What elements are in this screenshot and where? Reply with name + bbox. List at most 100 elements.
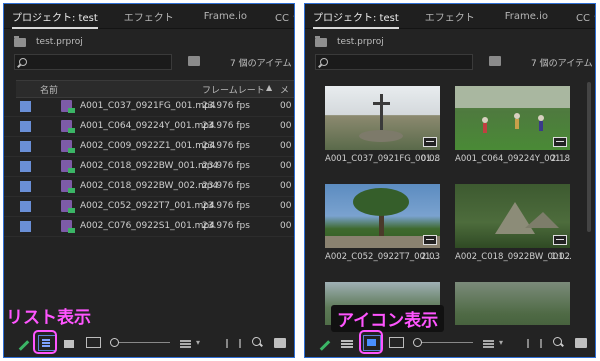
label-color-swatch[interactable] xyxy=(20,141,31,152)
label-color-swatch[interactable] xyxy=(20,101,31,112)
list-item[interactable]: A001_C037_0921FG_001.mp4 23.976 fps 00 xyxy=(4,97,294,117)
clip-duration: 2:18 xyxy=(550,154,570,164)
project-file-name: test.prproj xyxy=(337,37,384,47)
clip-framerate: 23.976 fps xyxy=(202,181,250,191)
search-icon xyxy=(19,58,27,66)
clip-card[interactable]: A002_C052_0922T7_001... 2:03 xyxy=(325,184,440,262)
sort-icons-icon[interactable] xyxy=(483,340,494,348)
zoom-slider-knob[interactable] xyxy=(110,338,119,347)
label-color-swatch[interactable] xyxy=(20,161,31,172)
clip-extra: 00 xyxy=(280,201,292,211)
vertical-scrollbar[interactable] xyxy=(587,82,591,232)
freeform-view-icon[interactable] xyxy=(86,337,101,348)
zoom-slider[interactable] xyxy=(114,341,170,343)
list-item[interactable]: A002_C052_0922T7_001.mp4 23.976 fps 00 xyxy=(4,197,294,217)
freeform-view-icon[interactable] xyxy=(389,337,404,348)
clip-duration: 0:08 xyxy=(420,154,440,164)
list-view-icon[interactable] xyxy=(341,340,353,348)
clip-card[interactable]: A001_C037_0921FG_001... 0:08 xyxy=(325,86,440,164)
folder-icon xyxy=(315,35,327,47)
clip-framerate: 23.976 fps xyxy=(202,101,250,111)
tab-effects[interactable]: エフェクト xyxy=(425,9,475,24)
icon-view-icon[interactable] xyxy=(64,340,74,348)
clip-name: A001_C037_0921FG_001.mp4 xyxy=(80,101,216,111)
find-icon[interactable] xyxy=(252,337,261,346)
label-color-swatch[interactable] xyxy=(20,121,31,132)
video-clip-icon xyxy=(61,200,75,213)
tab-effects[interactable]: エフェクト xyxy=(124,9,174,24)
chevron-down-icon[interactable]: ▾ xyxy=(196,338,200,347)
video-badge-icon xyxy=(423,137,437,147)
clip-name: A002_C018_0922BW_001.mp4 xyxy=(80,161,219,171)
clip-thumbnail[interactable] xyxy=(325,184,440,248)
clip-name: A001_C064_09224Y_001.mp4 xyxy=(80,121,215,131)
automate-to-sequence-icon[interactable] xyxy=(226,339,241,348)
clip-duration: 2:03 xyxy=(420,252,440,262)
zoom-slider[interactable] xyxy=(417,341,473,343)
tab-cc-libraries[interactable]: CC ライ xyxy=(576,9,595,24)
video-clip-icon xyxy=(61,160,75,173)
label-color-swatch[interactable] xyxy=(20,221,31,232)
tab-project[interactable]: プロジェクト: test xyxy=(313,9,399,29)
clip-extra: 00 xyxy=(280,121,292,131)
folder-icon xyxy=(14,35,26,47)
chevron-down-icon[interactable]: ▾ xyxy=(499,338,503,347)
tab-frameio[interactable]: Frame.io xyxy=(204,11,247,22)
list-item[interactable]: A002_C009_0922Z1_001.mp4 23.976 fps 00 xyxy=(4,137,294,157)
clip-thumbnail[interactable] xyxy=(455,184,570,248)
clip-extra: 00 xyxy=(280,141,292,151)
clip-framerate: 23.976 fps xyxy=(202,221,250,231)
search-input[interactable] xyxy=(14,54,172,70)
clip-thumbnail[interactable] xyxy=(325,86,440,150)
list-header: 名前 フレームレート ▲ メ xyxy=(16,80,294,98)
clip-caption: A001_C064_09224Y_001... 2:18 xyxy=(455,154,570,164)
highlight-ring-icon xyxy=(359,330,383,354)
project-file-name: test.prproj xyxy=(36,37,83,47)
find-icon[interactable] xyxy=(553,337,562,346)
sort-ascending-icon[interactable]: ▲ xyxy=(266,83,272,92)
clip-thumbnail-grid: A001_C037_0921FG_001... 0:08 A001_C064_0… xyxy=(305,80,595,325)
label-color-swatch[interactable] xyxy=(20,181,31,192)
callout-list-view: リスト表示 xyxy=(6,308,91,328)
callout-icon-view: アイコン表示 xyxy=(331,305,445,332)
video-badge-icon xyxy=(553,235,567,245)
clip-card[interactable] xyxy=(455,282,570,325)
video-clip-icon xyxy=(61,100,75,113)
create-bin-from-search-icon[interactable] xyxy=(489,56,501,66)
column-header-extra[interactable]: メ xyxy=(280,83,289,96)
column-header-name[interactable]: 名前 xyxy=(40,83,58,96)
pencil-icon[interactable] xyxy=(319,340,331,351)
clip-name: A002_C018_0922BW_002.mp4 xyxy=(80,181,219,191)
zoom-slider-knob[interactable] xyxy=(413,338,422,347)
video-clip-icon xyxy=(61,180,75,193)
panel-tab-bar: プロジェクト: test エフェクト Frame.io CC ライ xyxy=(4,4,294,29)
list-item[interactable]: A001_C064_09224Y_001.mp4 23.976 fps 00 xyxy=(4,117,294,137)
tab-project[interactable]: プロジェクト: test xyxy=(12,9,98,29)
tab-frameio[interactable]: Frame.io xyxy=(505,11,548,22)
video-badge-icon xyxy=(553,137,567,147)
new-bin-icon[interactable] xyxy=(575,338,587,348)
clip-caption: A001_C037_0921FG_001... 0:08 xyxy=(325,154,440,164)
sort-icons-icon[interactable] xyxy=(180,340,191,348)
automate-to-sequence-icon[interactable] xyxy=(527,339,542,348)
clip-framerate: 23.976 fps xyxy=(202,161,250,171)
list-item[interactable]: A002_C018_0922BW_001.mp4 23.976 fps 00 xyxy=(4,157,294,177)
list-item[interactable]: A002_C018_0922BW_002.mp4 23.976 fps 00 xyxy=(4,177,294,197)
tab-cc-libraries[interactable]: CC ライ xyxy=(275,9,294,24)
pencil-icon[interactable] xyxy=(18,340,30,351)
clip-card[interactable]: A002_C018_0922BW_001... 1:02 xyxy=(455,184,572,262)
video-clip-icon xyxy=(61,120,75,133)
new-bin-icon[interactable] xyxy=(274,338,286,348)
column-header-framerate[interactable]: フレームレート xyxy=(202,83,265,96)
clip-framerate: 23.976 fps xyxy=(202,121,250,131)
list-item[interactable]: A002_C076_0922S1_001.mp4 23.976 fps 00 xyxy=(4,217,294,237)
search-icon xyxy=(320,58,328,66)
clip-thumbnail[interactable] xyxy=(455,282,570,325)
clip-card[interactable]: A001_C064_09224Y_001... 2:18 xyxy=(455,86,570,164)
project-file-row: test.prproj xyxy=(315,34,384,50)
clip-caption: A002_C052_0922T7_001... 2:03 xyxy=(325,252,440,262)
search-input[interactable] xyxy=(315,54,473,70)
clip-thumbnail[interactable] xyxy=(455,86,570,150)
create-bin-from-search-icon[interactable] xyxy=(188,56,200,66)
label-color-swatch[interactable] xyxy=(20,201,31,212)
